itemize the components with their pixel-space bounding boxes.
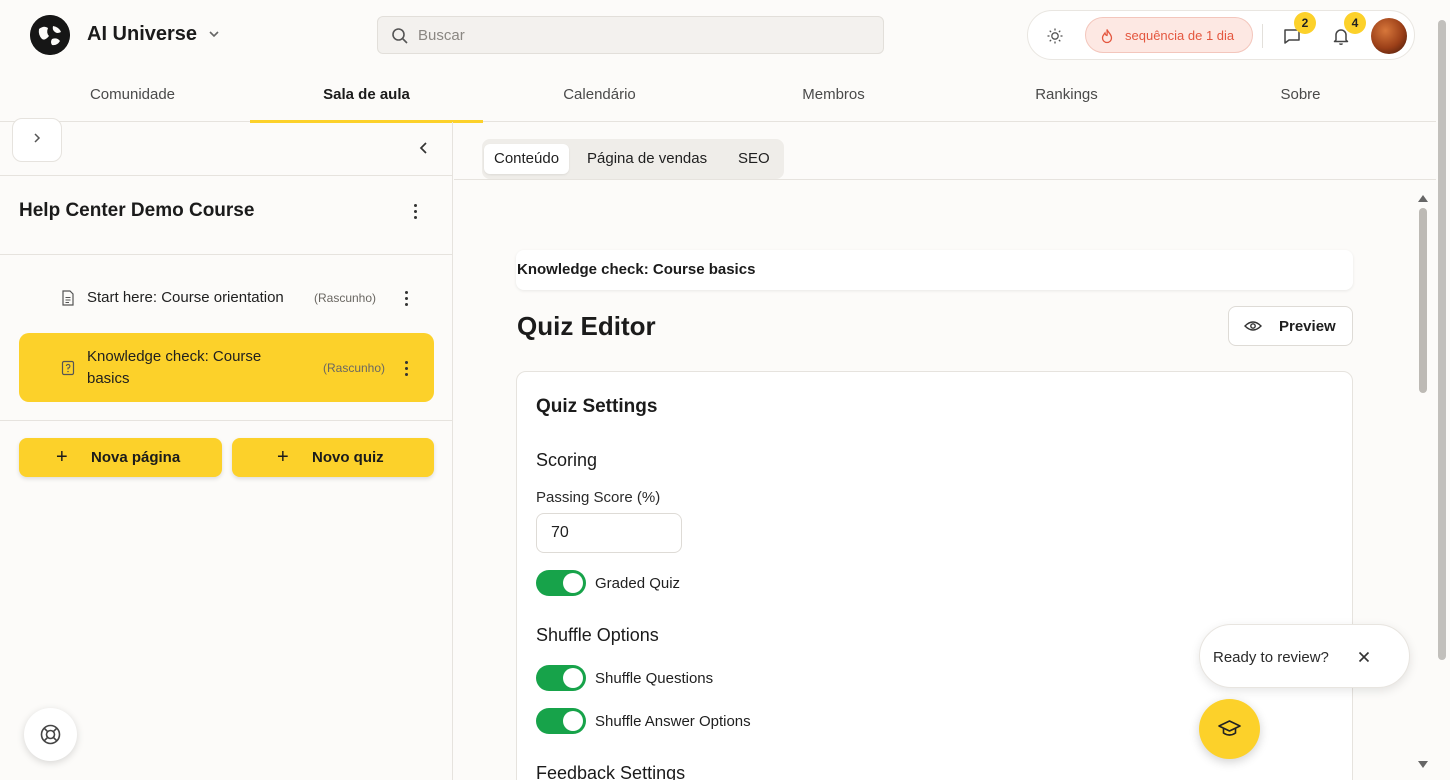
kebab-icon[interactable] <box>405 361 409 377</box>
tab-calendario[interactable]: Calendário <box>483 72 716 122</box>
kebab-icon[interactable] <box>405 291 409 307</box>
plus-icon: + <box>56 446 68 468</box>
graded-quiz-label: Graded Quiz <box>595 575 681 592</box>
lesson-status: (Rascunho) <box>314 291 377 305</box>
review-popup-text: Ready to review? <box>1213 649 1329 666</box>
graded-quiz-toggle[interactable] <box>536 570 586 596</box>
breadcrumb: Knowledge check: Course basics <box>516 250 1353 290</box>
breadcrumb-label: Knowledge check: Course basics <box>517 261 756 278</box>
chevron-right-icon <box>34 133 41 143</box>
scrollbar-thumb[interactable] <box>1419 208 1427 393</box>
streak-label: sequência de 1 dia <box>1125 28 1235 43</box>
expand-sidebar-button[interactable] <box>12 118 62 162</box>
search-icon <box>392 28 408 44</box>
divider <box>0 175 453 176</box>
shuffle-questions-label: Shuffle Questions <box>595 670 714 687</box>
shuffle-heading: Shuffle Options <box>536 625 659 645</box>
tab-sala-de-aula[interactable]: Sala de aula <box>250 72 483 123</box>
shuffle-answers-toggle[interactable] <box>536 708 586 734</box>
tab-sobre[interactable]: Sobre <box>1184 72 1417 122</box>
top-header: AI Universe sequência de 1 dia 2 4 <box>0 0 1436 72</box>
notification-count-badge: 4 <box>1344 12 1366 34</box>
tab-membros[interactable]: Membros <box>717 72 950 122</box>
lesson-item-active[interactable]: Knowledge check: Course basics (Rascunho… <box>19 333 434 402</box>
course-review-button[interactable] <box>1199 699 1260 759</box>
tab-pagina-de-vendas[interactable]: Página de vendas <box>577 144 717 174</box>
search-bar[interactable] <box>377 16 884 54</box>
eye-icon <box>1244 321 1262 331</box>
lesson-title: Start here: Course orientation <box>87 289 284 306</box>
main-nav-tabs: Comunidade Sala de aula Calendário Membr… <box>0 72 1436 123</box>
graduation-cap-icon <box>1218 720 1241 736</box>
tab-comunidade[interactable]: Comunidade <box>16 72 249 122</box>
lesson-status: (Rascunho) <box>323 361 386 375</box>
preview-button[interactable]: Preview <box>1228 306 1353 346</box>
tab-seo[interactable]: SEO <box>728 144 780 174</box>
passing-score-input[interactable] <box>536 513 682 553</box>
streak-badge[interactable]: sequência de 1 dia <box>1085 17 1253 53</box>
chevron-left-icon[interactable] <box>417 141 431 155</box>
avatar[interactable] <box>1371 18 1407 54</box>
scroll-down-arrow[interactable] <box>1418 761 1428 768</box>
lifebuoy-icon <box>40 724 61 745</box>
header-actions: sequência de 1 dia 2 4 <box>1027 10 1415 60</box>
kebab-icon[interactable] <box>414 204 418 220</box>
quiz-icon <box>61 360 75 376</box>
divider <box>0 420 453 421</box>
content-subtabs: Conteúdo Página de vendas SEO <box>482 139 784 179</box>
settings-heading: Quiz Settings <box>536 396 658 417</box>
new-quiz-button[interactable]: + Novo quiz <box>232 438 434 477</box>
page-scrollbar[interactable] <box>1438 20 1446 660</box>
sun-icon[interactable] <box>1046 27 1064 45</box>
help-button[interactable] <box>24 708 77 761</box>
flame-icon <box>1101 29 1113 44</box>
course-title: Help Center Demo Course <box>19 200 255 221</box>
passing-score-label: Passing Score (%) <box>536 489 661 506</box>
divider <box>1262 24 1263 48</box>
tab-rankings[interactable]: Rankings <box>950 72 1183 122</box>
search-input[interactable] <box>418 25 858 45</box>
new-page-button[interactable]: + Nova página <box>19 438 222 477</box>
tab-conteudo[interactable]: Conteúdo <box>484 144 570 174</box>
chevron-down-icon[interactable] <box>207 27 221 41</box>
lesson-item[interactable]: Start here: Course orientation (Rascunho… <box>19 278 434 318</box>
close-icon[interactable] <box>1358 651 1370 663</box>
shuffle-questions-toggle[interactable] <box>536 665 586 691</box>
page-title: Quiz Editor <box>517 311 656 341</box>
app-title[interactable]: AI Universe <box>87 23 197 46</box>
feedback-heading: Feedback Settings <box>536 763 686 780</box>
divider <box>454 179 1436 180</box>
logo-icon[interactable] <box>30 15 70 55</box>
course-sidebar: Help Center Demo Course Start here: Cour… <box>0 118 453 780</box>
divider <box>0 254 453 255</box>
shuffle-answers-label: Shuffle Answer Options <box>595 713 751 730</box>
chat-count-badge: 2 <box>1294 12 1316 34</box>
lesson-title: Knowledge check: Course basics <box>87 348 262 387</box>
scoring-heading: Scoring <box>536 450 598 470</box>
document-icon <box>62 290 74 306</box>
review-popup: Ready to review? <box>1199 624 1410 688</box>
scroll-up-arrow[interactable] <box>1418 195 1428 202</box>
plus-icon: + <box>277 446 289 468</box>
